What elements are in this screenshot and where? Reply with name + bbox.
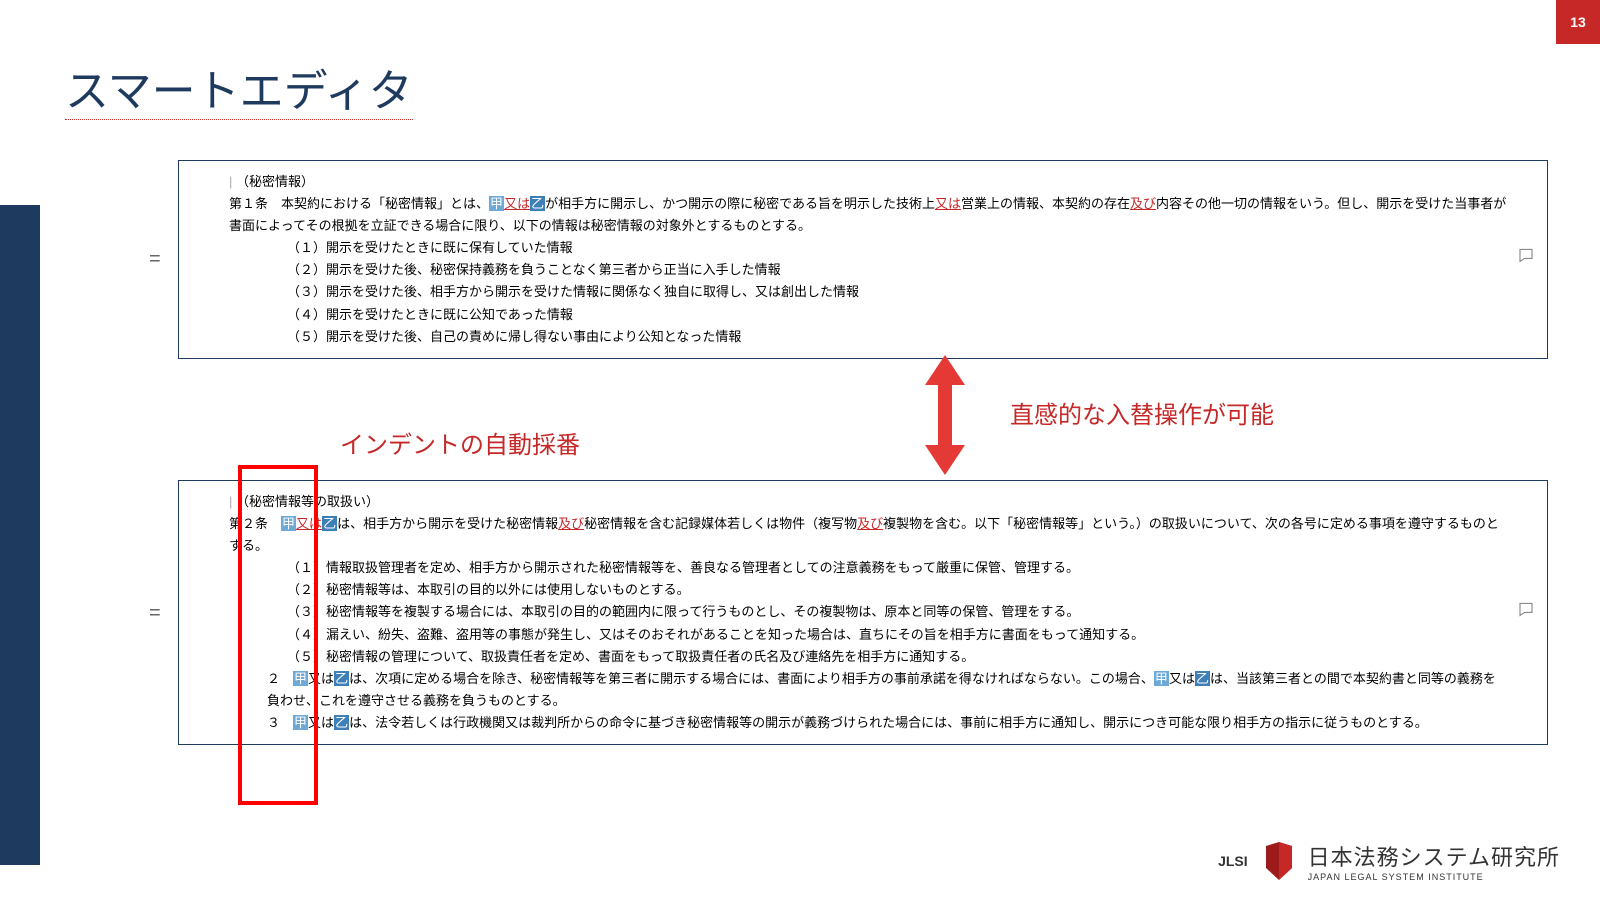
- comment-icon[interactable]: [1517, 247, 1535, 272]
- callout-indent: インデントの自動採番: [340, 425, 580, 460]
- list-item: （２）開示を受けた後、秘密保持義務を負うことなく第三者から正当に入手した情報: [229, 259, 1507, 281]
- clause-box-2: = （秘密情報等の取扱い） 第２条 甲又は乙は、相手方から開示を受けた秘密情報及…: [178, 480, 1548, 745]
- drag-handle-icon[interactable]: =: [149, 596, 161, 630]
- clause-box-1: = （秘密情報） 第１条 本契約における「秘密情報」とは、甲又は乙が相手方に開示…: [178, 160, 1548, 359]
- clause-intro: 第２条 甲又は乙は、相手方から開示を受けた秘密情報及び秘密情報を含む記録媒体若し…: [229, 513, 1507, 557]
- clause-heading: （秘密情報等の取扱い）: [229, 491, 1507, 513]
- swap-arrow-icon: [920, 355, 970, 480]
- logo-mark-icon: [1262, 842, 1296, 880]
- logo-text-main: 日本法務システム研究所: [1308, 840, 1560, 872]
- clause-heading: （秘密情報）: [229, 171, 1507, 193]
- list-item: （１）開示を受けたときに既に保有していた情報: [229, 237, 1507, 259]
- party-ko-highlight: 甲: [489, 196, 504, 211]
- party-otsu-highlight: 乙: [530, 196, 545, 211]
- list-item: （５）秘密情報の管理について、取扱責任者を定め、書面をもって取扱責任者の氏名及び…: [229, 646, 1507, 668]
- list-item: （４）漏えい、紛失、盗難、盗用等の事態が発生し、又はそのおそれがあることを知った…: [229, 624, 1507, 646]
- left-accent-bar: [0, 205, 40, 865]
- list-item: （１）情報取扱管理者を定め、相手方から開示された秘密情報等を、善良なる管理者とし…: [229, 557, 1507, 579]
- sub-clause: ２ 甲又は乙は、次項に定める場合を除き、秘密情報等を第三者に開示する場合には、書…: [229, 668, 1507, 712]
- logo-text-sub: JAPAN LEGAL SYSTEM INSTITUTE: [1308, 872, 1560, 882]
- page-number-badge: 13: [1556, 0, 1600, 44]
- clause-intro: 第１条 本契約における「秘密情報」とは、甲又は乙が相手方に開示し、かつ開示の際に…: [229, 193, 1507, 237]
- list-item: （３）秘密情報等を複製する場合には、本取引の目的の範囲内に限って行うものとし、そ…: [229, 601, 1507, 623]
- comment-icon[interactable]: [1517, 600, 1535, 625]
- sub-clause: ３ 甲又は乙は、法令若しくは行政機関又は裁判所からの命令に基づき秘密情報等の開示…: [229, 712, 1507, 734]
- list-item: （３）開示を受けた後、相手方から開示を受けた情報に関係なく独自に取得し、又は創出…: [229, 281, 1507, 303]
- callout-swap: 直感的な入替操作が可能: [1010, 395, 1274, 430]
- drag-handle-icon[interactable]: =: [149, 242, 161, 276]
- footer-logo: JLSI 日本法務システム研究所 JAPAN LEGAL SYSTEM INST…: [1218, 840, 1560, 882]
- logo-abbr: JLSI: [1218, 853, 1248, 869]
- list-item: （４）開示を受けたときに既に公知であった情報: [229, 304, 1507, 326]
- page-title: スマートエディタ: [65, 55, 413, 120]
- list-item: （２）秘密情報等は、本取引の目的以外には使用しないものとする。: [229, 579, 1507, 601]
- list-item: （５）開示を受けた後、自己の責めに帰し得ない事由により公知となった情報: [229, 326, 1507, 348]
